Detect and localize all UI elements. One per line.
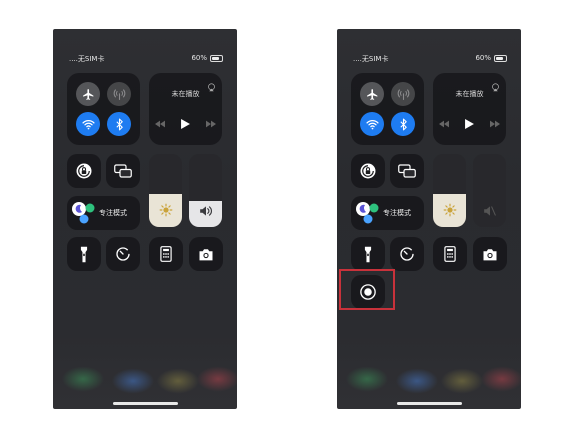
cellular-data-toggle[interactable] <box>107 82 131 106</box>
calculator-button[interactable] <box>433 237 467 271</box>
wifi-icon <box>365 119 379 129</box>
now-playing-panel[interactable]: 未在播放 <box>433 73 506 145</box>
camera-button[interactable] <box>189 237 223 271</box>
flashlight-button[interactable] <box>67 237 101 271</box>
media-title: 未在播放 <box>171 90 200 98</box>
rotation-lock-button[interactable] <box>351 154 385 188</box>
focus-mode-button[interactable]: 专注模式 <box>351 196 424 230</box>
timer-button[interactable] <box>106 237 140 271</box>
flashlight-button[interactable] <box>351 237 385 271</box>
sun-icon <box>159 203 172 217</box>
control-center-screen-left: ....无SIM卡 60% 未在播放 专注模式 <box>53 29 237 409</box>
airplane-mode-toggle[interactable] <box>360 82 384 106</box>
speaker-muted-icon <box>483 206 496 216</box>
cellular-icon <box>397 88 409 100</box>
cellular-icon <box>113 88 125 100</box>
bluetooth-icon <box>115 118 123 130</box>
timer-icon <box>116 247 130 261</box>
focus-mode-button[interactable]: 专注模式 <box>67 196 140 230</box>
carrier-label: ....无SIM卡 <box>353 55 389 63</box>
rewind-icon[interactable] <box>439 120 449 128</box>
forward-icon[interactable] <box>490 120 500 128</box>
calculator-button[interactable] <box>149 237 183 271</box>
rotation-lock-icon <box>76 163 92 179</box>
battery-percent: 60% <box>475 54 491 62</box>
calculator-icon <box>444 246 456 262</box>
focus-mode-label: 专注模式 <box>99 209 127 217</box>
home-indicator[interactable] <box>397 402 462 405</box>
connectivity-panel <box>67 73 140 145</box>
volume-slider[interactable] <box>473 154 506 227</box>
rewind-icon[interactable] <box>155 120 165 128</box>
camera-icon <box>199 248 213 260</box>
control-center-screen-right: ....无SIM卡 60% 未在播放 专注模式 <box>337 29 521 409</box>
focus-mode-label: 专注模式 <box>383 209 411 217</box>
now-playing-panel[interactable]: 未在播放 <box>149 73 222 145</box>
timer-button[interactable] <box>390 237 424 271</box>
camera-button[interactable] <box>473 237 507 271</box>
wifi-toggle[interactable] <box>360 112 384 136</box>
bluetooth-icon <box>399 118 407 130</box>
screen-mirroring-button[interactable] <box>106 154 140 188</box>
flashlight-icon <box>80 246 88 262</box>
screen-mirroring-icon <box>114 164 132 178</box>
airplane-icon <box>82 88 93 100</box>
camera-icon <box>483 248 497 260</box>
sun-icon <box>443 203 456 217</box>
screen-mirroring-button[interactable] <box>390 154 424 188</box>
forward-icon[interactable] <box>206 120 216 128</box>
wifi-icon <box>81 119 95 129</box>
status-bar: ....无SIM卡 60% <box>353 54 507 66</box>
flashlight-icon <box>364 246 372 262</box>
timer-icon <box>400 247 414 261</box>
wifi-toggle[interactable] <box>76 112 100 136</box>
calculator-icon <box>160 246 172 262</box>
battery-percent: 60% <box>191 54 207 62</box>
home-indicator[interactable] <box>113 402 178 405</box>
moon-icon <box>72 202 95 224</box>
brightness-slider[interactable] <box>149 154 182 227</box>
play-icon[interactable] <box>181 119 190 129</box>
carrier-label: ....无SIM卡 <box>69 55 105 63</box>
screen-record-highlight <box>339 269 395 310</box>
brightness-slider[interactable] <box>433 154 466 227</box>
play-icon[interactable] <box>465 119 474 129</box>
rotation-lock-icon <box>360 163 376 179</box>
rotation-lock-button[interactable] <box>67 154 101 188</box>
bluetooth-toggle[interactable] <box>391 112 415 136</box>
bluetooth-toggle[interactable] <box>107 112 131 136</box>
speaker-icon <box>199 206 212 216</box>
connectivity-panel <box>351 73 424 145</box>
battery-icon <box>494 54 507 62</box>
status-bar: ....无SIM卡 60% <box>69 54 223 66</box>
airplane-icon <box>366 88 377 100</box>
moon-icon <box>356 202 379 224</box>
airplane-mode-toggle[interactable] <box>76 82 100 106</box>
battery-icon <box>210 54 223 62</box>
screen-mirroring-icon <box>398 164 416 178</box>
volume-slider[interactable] <box>189 154 222 227</box>
media-title: 未在播放 <box>455 90 484 98</box>
cellular-data-toggle[interactable] <box>391 82 415 106</box>
